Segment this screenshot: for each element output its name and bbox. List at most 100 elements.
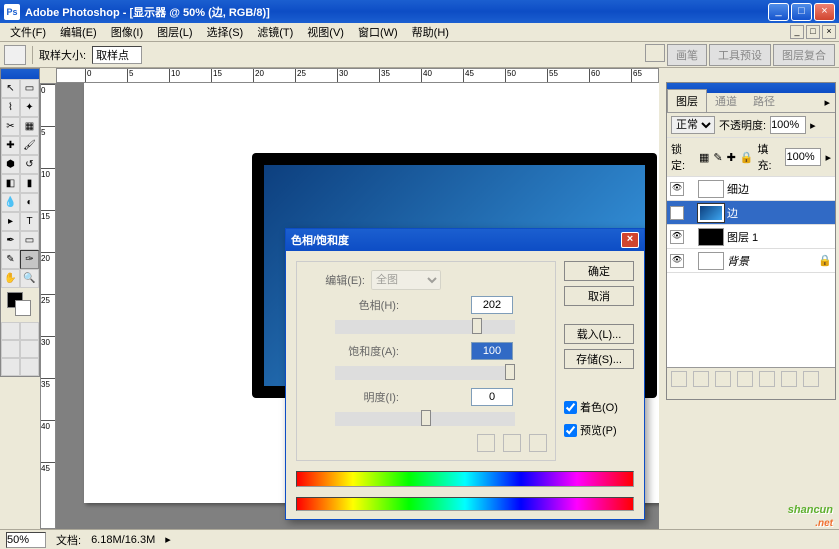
- tab-layer-comps[interactable]: 图层复合: [773, 44, 835, 66]
- tab-channels[interactable]: 通道: [707, 90, 745, 112]
- pen-tool[interactable]: ✒: [1, 231, 20, 250]
- tab-paths[interactable]: 路径: [745, 90, 783, 112]
- lock-transparent-icon[interactable]: ▦: [699, 151, 709, 164]
- horizontal-ruler[interactable]: 0 5 10 15 20 25 30 35 40 45 50 55 60 65: [56, 68, 659, 83]
- saturation-slider[interactable]: [335, 366, 515, 380]
- layer-thumb[interactable]: [698, 228, 724, 246]
- new-group-icon[interactable]: [737, 371, 753, 387]
- hue-input[interactable]: [471, 296, 513, 314]
- layer-style-icon[interactable]: [693, 371, 709, 387]
- color-swatches[interactable]: [5, 292, 35, 318]
- panel-menu-icon[interactable]: ▸: [819, 93, 835, 112]
- zoom-input[interactable]: [6, 532, 46, 548]
- hue-slider[interactable]: [335, 320, 515, 334]
- eraser-tool[interactable]: ◧: [1, 174, 20, 193]
- slice-tool[interactable]: ▦: [20, 117, 39, 136]
- history-brush-tool[interactable]: ↺: [20, 155, 39, 174]
- eyedropper-icon[interactable]: [477, 434, 495, 452]
- zoom-tool[interactable]: 🔍: [20, 269, 39, 288]
- layer-thumb[interactable]: [698, 180, 724, 198]
- lightness-input[interactable]: [471, 388, 513, 406]
- eyedropper-plus-icon[interactable]: [503, 434, 521, 452]
- layer-item[interactable]: 👁 边: [667, 201, 835, 225]
- fill-arrow-icon[interactable]: ▸: [825, 151, 831, 164]
- visibility-icon[interactable]: 👁: [670, 206, 684, 220]
- lightness-slider[interactable]: [335, 412, 515, 426]
- menu-view[interactable]: 视图(V): [300, 22, 351, 42]
- dialog-close-button[interactable]: ×: [621, 232, 639, 248]
- lock-move-icon[interactable]: ✚: [727, 151, 736, 164]
- eyedropper-tool[interactable]: ✑: [20, 250, 39, 269]
- close-button[interactable]: ×: [814, 3, 835, 21]
- load-button[interactable]: 载入(L)...: [564, 324, 634, 344]
- layer-thumb[interactable]: [698, 204, 724, 222]
- delete-layer-icon[interactable]: [803, 371, 819, 387]
- screen-mode-1[interactable]: [1, 340, 20, 358]
- layer-name[interactable]: 背景: [727, 253, 749, 269]
- blur-tool[interactable]: 💧: [1, 193, 20, 212]
- type-tool[interactable]: T: [20, 212, 39, 231]
- menu-filter[interactable]: 滤镜(T): [250, 22, 300, 42]
- menu-file[interactable]: 文件(F): [3, 22, 53, 42]
- blend-mode-select[interactable]: 正常: [671, 116, 715, 134]
- layer-name[interactable]: 图层 1: [727, 229, 758, 245]
- eyedropper-minus-icon[interactable]: [529, 434, 547, 452]
- doc-restore-button[interactable]: □: [806, 25, 820, 39]
- lock-paint-icon[interactable]: ✎: [713, 151, 722, 164]
- tab-brushes[interactable]: 画笔: [667, 44, 707, 66]
- gradient-tool[interactable]: ▮: [20, 174, 39, 193]
- quickmask-mode-button[interactable]: [20, 322, 39, 340]
- brush-tool[interactable]: 🖌: [20, 136, 39, 155]
- adjustment-layer-icon[interactable]: [759, 371, 775, 387]
- sample-size-input[interactable]: [92, 46, 142, 64]
- dodge-tool[interactable]: ◐: [20, 193, 39, 212]
- layer-name[interactable]: 边: [727, 205, 738, 221]
- lock-all-icon[interactable]: 🔒: [740, 151, 754, 164]
- lasso-tool[interactable]: ⌇: [1, 98, 20, 117]
- tab-tool-presets[interactable]: 工具预设: [709, 44, 771, 66]
- preview-checkbox[interactable]: [564, 424, 577, 437]
- minimize-button[interactable]: _: [768, 3, 789, 21]
- jump-to-button[interactable]: [20, 358, 39, 376]
- opacity-arrow-icon[interactable]: ▸: [810, 119, 816, 132]
- layer-item[interactable]: 👁 背景 🔒: [667, 249, 835, 273]
- layer-mask-icon[interactable]: [715, 371, 731, 387]
- menu-select[interactable]: 选择(S): [200, 22, 251, 42]
- saturation-input[interactable]: [471, 342, 513, 360]
- layer-item[interactable]: 👁 细边: [667, 177, 835, 201]
- tab-layers[interactable]: 图层: [667, 89, 707, 112]
- doc-minimize-button[interactable]: _: [790, 25, 804, 39]
- palette-well-icon[interactable]: [645, 44, 665, 62]
- vertical-ruler[interactable]: 0 5 10 15 20 25 30 35 40 45: [40, 83, 56, 529]
- dialog-titlebar[interactable]: 色相/饱和度 ×: [286, 229, 644, 251]
- marquee-tool[interactable]: ▭: [20, 79, 39, 98]
- stamp-tool[interactable]: ⬢: [1, 155, 20, 174]
- standard-mode-button[interactable]: [1, 322, 20, 340]
- ok-button[interactable]: 确定: [564, 261, 634, 281]
- menu-layer[interactable]: 图层(L): [150, 22, 199, 42]
- shape-tool[interactable]: ▭: [20, 231, 39, 250]
- menu-image[interactable]: 图像(I): [104, 22, 150, 42]
- screen-mode-3[interactable]: [1, 358, 20, 376]
- layer-item[interactable]: 👁 图层 1: [667, 225, 835, 249]
- layer-thumb[interactable]: [698, 252, 724, 270]
- visibility-icon[interactable]: 👁: [670, 230, 684, 244]
- menu-help[interactable]: 帮助(H): [405, 22, 456, 42]
- doc-close-button[interactable]: ×: [822, 25, 836, 39]
- screen-mode-2[interactable]: [20, 340, 39, 358]
- status-arrow-icon[interactable]: ▸: [165, 533, 171, 546]
- colorize-checkbox[interactable]: [564, 401, 577, 414]
- cancel-button[interactable]: 取消: [564, 286, 634, 306]
- current-tool-icon[interactable]: [4, 45, 26, 65]
- heal-tool[interactable]: ✚: [1, 136, 20, 155]
- notes-tool[interactable]: ✎: [1, 250, 20, 269]
- fill-input[interactable]: [785, 148, 821, 166]
- path-tool[interactable]: ▸: [1, 212, 20, 231]
- move-tool[interactable]: ↖: [1, 79, 20, 98]
- link-layers-icon[interactable]: [671, 371, 687, 387]
- layer-name[interactable]: 细边: [727, 181, 749, 197]
- menu-window[interactable]: 窗口(W): [351, 22, 405, 42]
- wand-tool[interactable]: ✦: [20, 98, 39, 117]
- background-color[interactable]: [15, 300, 31, 316]
- hand-tool[interactable]: ✋: [1, 269, 20, 288]
